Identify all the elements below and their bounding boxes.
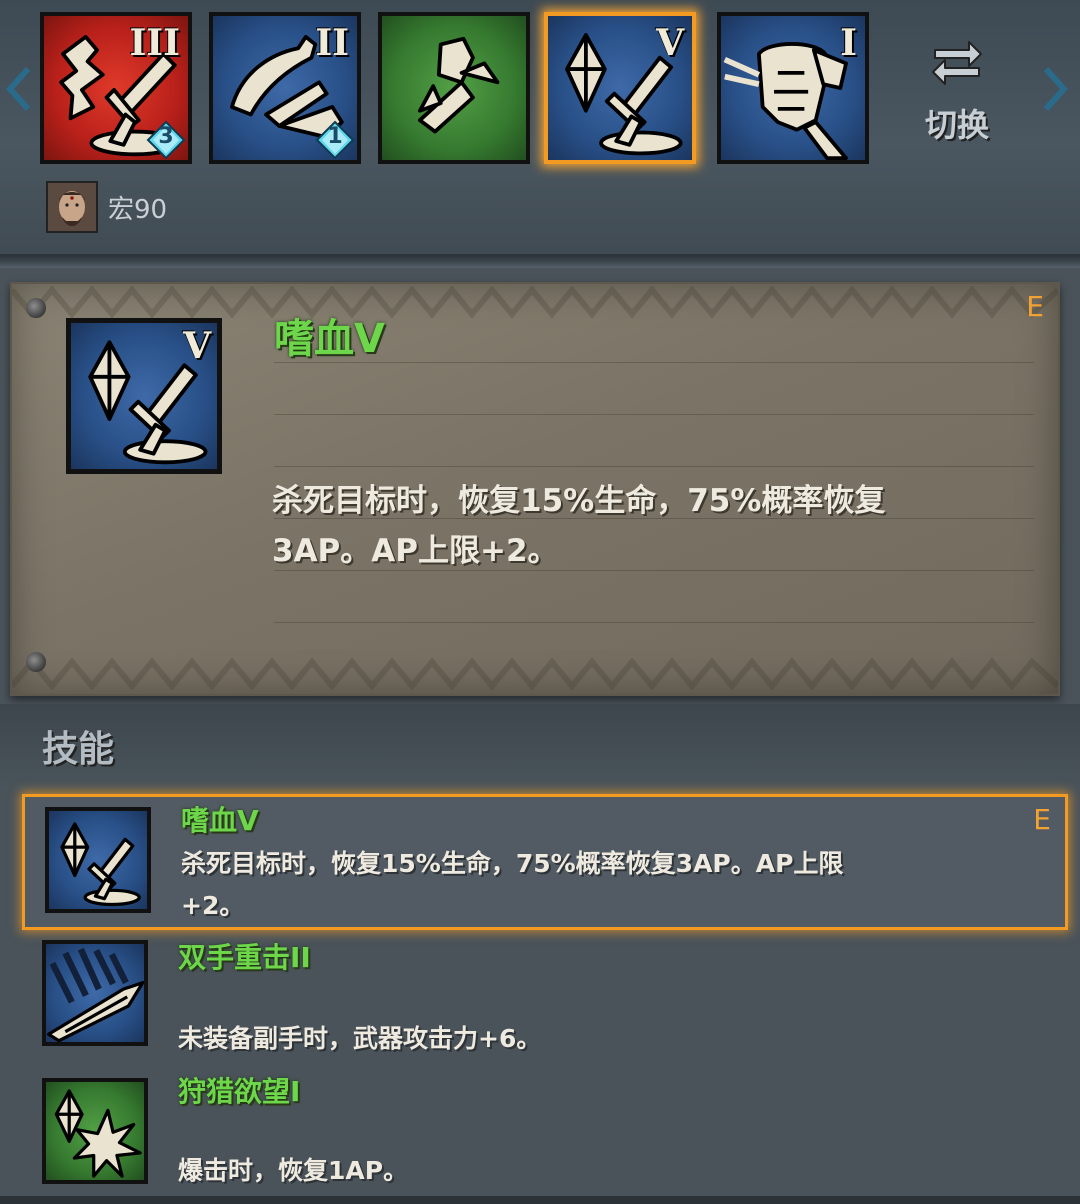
skill-slot-1[interactable]: III 3 <box>40 12 192 164</box>
section-header <box>0 704 1080 790</box>
portrait-icon <box>48 183 96 231</box>
ruled-line <box>274 466 1034 467</box>
slot-4-roman: V <box>656 22 684 64</box>
skill-slot-4[interactable]: V <box>544 12 696 164</box>
slot-1-roman: III <box>129 22 180 64</box>
parchment-border-bottom <box>12 657 1058 690</box>
skill-icon <box>42 940 148 1046</box>
detail-description: 杀死目标时，恢复15%生命，75%概率恢复3AP。AP上限+2。 <box>272 483 886 569</box>
skill-icon <box>45 807 151 913</box>
skill-name: 双手重击II <box>178 941 311 974</box>
switch-button[interactable]: 切换 <box>912 34 1002 144</box>
skill-description: 杀死目标时，恢复15%生命，75%概率恢复3AP。AP上限+2。 <box>181 849 844 920</box>
detail-skill-icon: V <box>66 318 222 474</box>
skill-icon <box>42 1078 148 1184</box>
skill-slot-5[interactable]: I <box>717 12 869 164</box>
section-title: 技能 <box>42 729 115 770</box>
skill-slot-bar: III 3 II 1 V I 切换 宏90 <box>0 0 1080 262</box>
gem-sword-icon <box>60 822 141 907</box>
detail-title: 嗜血V <box>274 316 385 362</box>
swap-arrows-icon <box>932 41 982 85</box>
slot-2-badge-count: 1 <box>327 124 343 149</box>
skill-slot-2[interactable]: II 1 <box>209 12 361 164</box>
skill-description: 未装备副手时，武器攻击力+6。 <box>178 1024 542 1053</box>
dash-gem-icon <box>418 36 500 134</box>
skill-row-bloodlust[interactable]: 嗜血V 杀死目标时，恢复15%生命，75%概率恢复3AP。AP上限+2。 E <box>22 794 1068 930</box>
detail-grade: E <box>1026 290 1044 323</box>
skill-grade: E <box>1033 803 1051 836</box>
switch-label: 切换 <box>924 106 989 144</box>
skill-name: 嗜血V <box>181 804 259 837</box>
nail-icon <box>26 652 46 672</box>
bottom-edge <box>0 1196 1080 1204</box>
divider <box>0 254 1080 268</box>
gem-burst-icon <box>54 1089 142 1178</box>
owner-info: 宏90 <box>46 180 167 234</box>
next-arrow-icon[interactable] <box>1040 64 1070 114</box>
skill-slot-3[interactable] <box>378 12 530 164</box>
skill-detail-card: V 嗜血V E 杀死目标时，恢复15%生命，75%概率恢复3AP。AP上限+2。 <box>10 282 1060 696</box>
owner-name: 宏90 <box>108 194 168 225</box>
skill-description: 爆击时，恢复1AP。 <box>178 1156 409 1185</box>
ruled-line <box>274 414 1034 415</box>
nail-icon <box>26 298 46 318</box>
skill-row-hunting-desire[interactable]: 狩猎欲望I 爆击时，恢复1AP。 <box>22 1068 1062 1198</box>
avatar <box>46 181 98 233</box>
ruled-line <box>274 622 1034 623</box>
slot-1-gem-badge: 3 <box>146 120 186 160</box>
prev-arrow-icon[interactable] <box>4 64 34 114</box>
slot-5-roman: I <box>840 22 857 64</box>
slot-1-badge-count: 3 <box>158 124 174 149</box>
slot-2-gem-badge: 1 <box>315 120 355 160</box>
heavy-strike-icon <box>46 947 144 1042</box>
ruled-line <box>274 362 1034 363</box>
skill-row-two-hand-strike[interactable]: 双手重击II 未装备副手时，武器攻击力+6。 <box>22 934 1062 1064</box>
detail-roman: V <box>183 325 211 367</box>
skill-name: 狩猎欲望I <box>178 1075 301 1108</box>
slot-2-roman: II <box>315 22 349 64</box>
